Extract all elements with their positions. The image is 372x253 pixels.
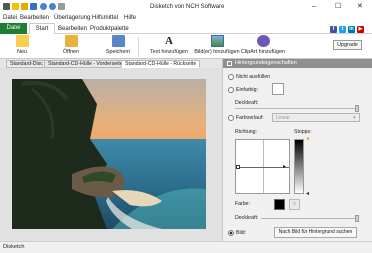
tab-cd-front[interactable]: Standard-CD-Hülle - Vorderseite [44, 60, 127, 68]
youtube-icon[interactable]: ▶ [357, 26, 364, 33]
minimize-button[interactable]: – [312, 3, 316, 10]
new-button[interactable]: Neu [10, 35, 34, 55]
menu-ueberlagerung[interactable]: Überlagerung [54, 15, 90, 21]
stop-marker-bottom-icon[interactable]: ◂ [306, 191, 309, 197]
radio-nicht-ausfuellen[interactable] [228, 74, 234, 80]
add-text-label: Text hinzufügen [150, 49, 188, 55]
add-text-button[interactable]: A Text hinzufügen [148, 35, 190, 55]
tab-start[interactable]: Start [29, 23, 55, 34]
stop-opacity-slider-track[interactable] [261, 218, 359, 219]
gradient-type-select[interactable]: Linear ▾ [272, 113, 360, 122]
add-clipart-button[interactable]: ClipArt hinzufügen [240, 35, 286, 55]
panel-header: Hintergrundeigenschaften [223, 59, 372, 68]
label-deckkraft-2: Deckkraft: [235, 215, 259, 221]
folder-icon [64, 35, 78, 47]
tab-datei[interactable]: Datei [0, 23, 27, 34]
window-title: Disketch von NCH Software [150, 4, 225, 10]
solid-color-swatch[interactable] [272, 83, 284, 95]
label-einfarbig: Einfarbig: [236, 87, 258, 93]
radio-farbverlauf[interactable] [228, 115, 234, 121]
cd-back-cover-image[interactable] [12, 79, 206, 229]
menu-bar: Datei Bearbeiten Überlagerung Hilfsmitte… [0, 13, 372, 23]
tab-produktpalette[interactable]: Produktpalette [90, 26, 129, 32]
label-bild: Bild: [236, 230, 247, 236]
customize-quick-access-icon[interactable] [58, 3, 65, 10]
app-icon [3, 3, 10, 10]
direction-start-handle[interactable] [236, 165, 240, 169]
facebook-icon[interactable]: f [330, 26, 337, 33]
design-canvas-area[interactable] [0, 68, 222, 241]
clipart-icon [256, 35, 270, 47]
menu-datei[interactable]: Datei [3, 15, 17, 21]
gradient-stops-bar[interactable] [294, 139, 304, 194]
add-clipart-label: ClipArt hinzufügen [240, 49, 286, 55]
ribbon: Neu Öffnen Speichern A Text hinzufügen B… [0, 34, 372, 59]
maximize-button[interactable]: ☐ [335, 3, 341, 10]
tab-bearbeiten[interactable]: Bearbeiten [58, 26, 87, 32]
chevron-down-icon: ▾ [353, 115, 356, 121]
linkedin-icon[interactable]: in [348, 26, 355, 33]
collapse-icon[interactable] [227, 61, 232, 66]
label-deckkraft: Deckkraft: [235, 100, 259, 106]
background-properties-panel: Hintergrundeigenschaften Nicht ausfüllen… [222, 59, 372, 241]
label-stopps: Stopps: [294, 129, 312, 135]
text-a-icon: A [165, 35, 173, 47]
direction-arrow-icon: ▸ [283, 164, 287, 170]
status-text: Disketch [3, 244, 25, 250]
redo-icon[interactable] [49, 3, 56, 10]
open-label: Öffnen [62, 49, 80, 55]
menu-hilfe[interactable]: Hilfe [124, 15, 136, 21]
tab-cd-back[interactable]: Standard-CD-Hülle - Rückseite [121, 60, 201, 68]
stop-marker-top-icon[interactable]: ◂ [306, 136, 309, 142]
upgrade-button[interactable]: Upgrade [333, 40, 362, 50]
new-quick-icon[interactable] [12, 3, 19, 10]
menu-hilfsmittel[interactable]: Hilfsmittel [92, 15, 118, 21]
new-icon [15, 35, 29, 47]
radio-bild[interactable] [228, 230, 234, 236]
new-label: Neu [17, 49, 27, 55]
radio-einfarbig[interactable] [228, 87, 234, 93]
save-icon [111, 35, 125, 47]
add-image-button[interactable]: Bild(er) hinzufügen [194, 35, 240, 55]
label-farbverlauf: Farbverlauf: [236, 115, 264, 121]
label-nicht-ausfuellen: Nicht ausfüllen [236, 74, 271, 80]
title-bar: Disketch von NCH Software – ☐ ✕ [0, 0, 372, 13]
direction-line [236, 167, 289, 168]
save-quick-icon[interactable] [30, 3, 37, 10]
opacity-slider-thumb[interactable] [355, 105, 359, 112]
image-icon [210, 35, 224, 47]
stop-color-swatch[interactable] [274, 199, 285, 210]
panel-title: Hintergrundeigenschaften [235, 60, 297, 66]
label-richtung: Richtung: [235, 129, 257, 135]
twitter-icon[interactable]: t [339, 26, 346, 33]
save-label: Speichern [105, 49, 131, 55]
open-button[interactable]: Öffnen [58, 35, 84, 55]
close-button[interactable]: ✕ [357, 3, 363, 10]
menu-bearbeiten[interactable]: Bearbeiten [20, 15, 49, 21]
open-quick-icon[interactable] [21, 3, 28, 10]
gradient-direction-picker[interactable]: ▸ [235, 139, 290, 194]
status-bar: Disketch [0, 241, 372, 253]
gradient-type-value: Linear [276, 115, 290, 121]
add-image-label: Bild(er) hinzufügen [194, 49, 240, 55]
ribbon-separator [138, 37, 139, 57]
stop-opacity-slider-thumb[interactable] [355, 215, 359, 222]
label-farbe: Farbe: [235, 201, 250, 207]
document-tabs: Standard-Disc Standard-CD-Hülle - Vorder… [0, 59, 222, 68]
ribbon-tab-bar: Datei Start Bearbeiten Produktpalette [0, 23, 372, 34]
undo-icon[interactable] [40, 3, 47, 10]
remove-stop-button[interactable]: x [289, 199, 300, 210]
save-button[interactable]: Speichern [104, 35, 132, 55]
browse-background-image-button[interactable]: Nach Bild für Hintergrund suchen [274, 227, 357, 238]
opacity-slider-track[interactable] [235, 108, 358, 109]
tab-standard-disc[interactable]: Standard-Disc [6, 60, 47, 68]
